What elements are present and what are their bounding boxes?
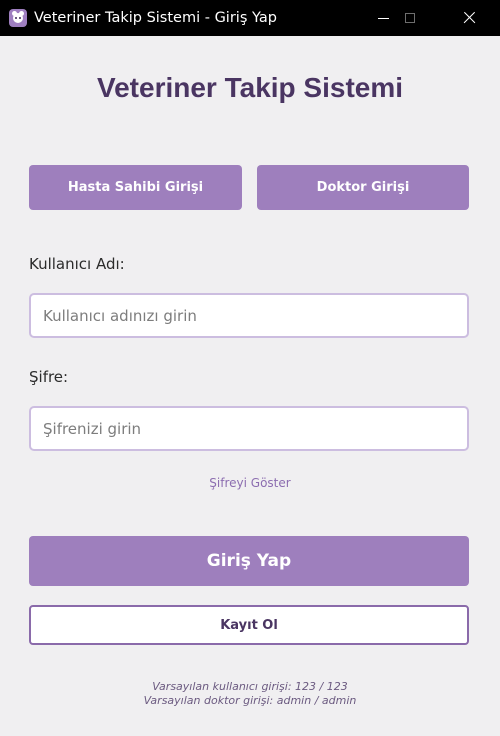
password-label: Şifre: xyxy=(29,368,69,386)
close-button[interactable] xyxy=(445,0,491,36)
paw-icon xyxy=(9,9,27,27)
page-title: Veteriner Takip Sistemi xyxy=(96,72,404,103)
default-doctor-hint: Varsayılan doktor girişi: admin / admin xyxy=(143,694,357,707)
login-button[interactable]: Giriş Yap xyxy=(29,536,469,586)
username-input[interactable] xyxy=(29,293,469,338)
default-user-hint: Varsayılan kullanıcı girişi: 123 / 123 xyxy=(152,680,348,693)
owner-login-button[interactable]: Hasta Sahibi Girişi xyxy=(29,165,242,210)
window-title: Veteriner Takip Sistemi - Giriş Yap xyxy=(34,10,277,26)
register-button[interactable]: Kayıt Ol xyxy=(29,605,469,645)
username-label: Kullanıcı Adı: xyxy=(29,255,125,273)
show-password-link[interactable]: Şifreyi Göster xyxy=(0,476,500,490)
password-input[interactable] xyxy=(29,406,469,451)
doctor-login-button[interactable]: Doktor Girişi xyxy=(257,165,469,210)
title-bar: Veteriner Takip Sistemi - Giriş Yap xyxy=(0,0,500,36)
maximize-button[interactable] xyxy=(386,0,432,36)
maximize-icon xyxy=(405,13,415,23)
